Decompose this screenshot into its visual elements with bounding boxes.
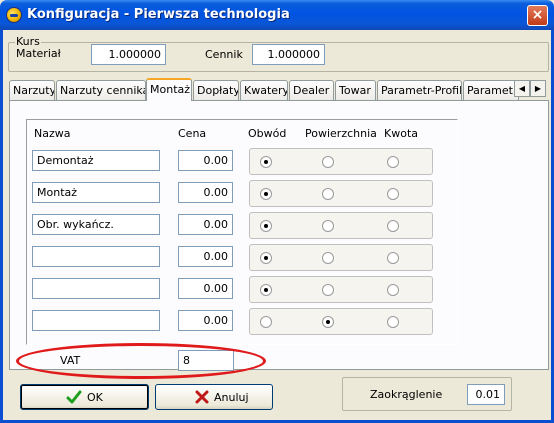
title-bar[interactable]: Konfiguracja - Pierwsza technologia × bbox=[0, 0, 554, 30]
checkmark-icon bbox=[66, 390, 82, 404]
row-6-nazwa-input[interactable] bbox=[32, 310, 160, 331]
tab-scroll-left-icon[interactable]: ◀ bbox=[514, 80, 530, 97]
row-6-calc-type bbox=[249, 308, 433, 335]
cennik-rate-input[interactable]: 1.000000 bbox=[252, 44, 325, 65]
row-6-cena-input[interactable]: 0.00 bbox=[178, 310, 233, 331]
row-5-calc-type bbox=[249, 276, 433, 303]
row-1-radio-kwota[interactable] bbox=[387, 156, 399, 168]
tab-montaz[interactable]: Montaż bbox=[146, 78, 192, 101]
row-2-radio-kwota[interactable] bbox=[387, 188, 399, 200]
row-3-nazwa-input[interactable]: Obr. wykańcz. bbox=[32, 214, 160, 235]
ok-label: OK bbox=[87, 391, 103, 404]
row-1-nazwa-input[interactable]: Demontaż bbox=[32, 150, 160, 171]
tab-strip: Narzuty Narzuty cennika Montaż Dopłaty K… bbox=[9, 78, 549, 101]
window-title: Konfiguracja - Pierwsza technologia bbox=[27, 7, 290, 22]
header-nazwa: Nazwa bbox=[34, 127, 71, 140]
row-4-calc-type bbox=[249, 244, 433, 271]
row-1-radio-powierzchnia[interactable] bbox=[322, 156, 334, 168]
row-5-radio-powierzchnia[interactable] bbox=[322, 284, 334, 296]
tab-parametr-profile[interactable]: Parametr-Profile bbox=[377, 80, 462, 100]
row-2-radio-powierzchnia[interactable] bbox=[322, 188, 334, 200]
row-4-radio-kwota[interactable] bbox=[387, 252, 399, 264]
row-4-radio-obwod[interactable] bbox=[260, 252, 272, 264]
header-kwota: Kwota bbox=[384, 127, 418, 140]
row-5-cena-input[interactable]: 0.00 bbox=[178, 278, 233, 299]
tab-dealer[interactable]: Dealer bbox=[289, 80, 334, 100]
app-icon[interactable] bbox=[6, 7, 22, 23]
tab-parametr-l[interactable]: Parametr-L bbox=[463, 80, 519, 100]
row-1-calc-type bbox=[249, 148, 433, 175]
row-6-radio-obwod[interactable] bbox=[260, 316, 272, 328]
material-label: Materiał bbox=[16, 47, 61, 60]
header-powierzchnia: Powierzchnia bbox=[305, 127, 377, 140]
row-2-nazwa-input[interactable]: Montaż bbox=[32, 182, 160, 203]
row-3-cena-input[interactable]: 0.00 bbox=[178, 214, 233, 235]
cross-icon bbox=[195, 390, 209, 404]
row-5-radio-obwod[interactable] bbox=[260, 284, 272, 296]
tab-narzuty-cennika[interactable]: Narzuty cennika bbox=[56, 80, 146, 100]
row-6-radio-powierzchnia[interactable] bbox=[322, 316, 334, 328]
zaokraglenie-label: Zaokrąglenie bbox=[370, 388, 443, 401]
row-6-radio-kwota[interactable] bbox=[387, 316, 399, 328]
row-4-cena-input[interactable]: 0.00 bbox=[178, 246, 233, 267]
material-rate-input[interactable]: 1.000000 bbox=[91, 44, 166, 65]
tab-scroll-right-icon[interactable]: ▶ bbox=[530, 80, 546, 97]
row-3-radio-obwod[interactable] bbox=[260, 220, 272, 232]
row-2-cena-input[interactable]: 0.00 bbox=[178, 182, 233, 203]
row-1-radio-obwod[interactable] bbox=[260, 156, 272, 168]
cennik-label: Cennik bbox=[205, 48, 243, 61]
ok-button[interactable]: OK bbox=[20, 384, 149, 410]
tab-scroll: ◀ ▶ bbox=[514, 80, 546, 97]
row-3-radio-powierzchnia[interactable] bbox=[322, 220, 334, 232]
row-1-cena-input[interactable]: 0.00 bbox=[178, 150, 233, 171]
row-3-radio-kwota[interactable] bbox=[387, 220, 399, 232]
row-5-radio-kwota[interactable] bbox=[387, 284, 399, 296]
window-frame-left bbox=[0, 30, 3, 423]
row-4-radio-powierzchnia[interactable] bbox=[322, 252, 334, 264]
row-5-nazwa-input[interactable] bbox=[32, 278, 160, 299]
tab-doplaty[interactable]: Dopłaty bbox=[193, 80, 239, 100]
tab-narzuty[interactable]: Narzuty bbox=[9, 80, 55, 100]
tab-kwatery[interactable]: Kwatery bbox=[240, 80, 288, 100]
zaokraglenie-input[interactable]: 0.01 bbox=[467, 384, 505, 405]
row-2-radio-obwod[interactable] bbox=[260, 188, 272, 200]
vat-highlight-annotation bbox=[16, 343, 266, 379]
header-cena: Cena bbox=[178, 127, 207, 140]
row-2-calc-type bbox=[249, 180, 433, 207]
row-3-calc-type bbox=[249, 212, 433, 239]
cancel-button[interactable]: Anuluj bbox=[155, 384, 273, 410]
row-4-nazwa-input[interactable] bbox=[32, 246, 160, 267]
cancel-label: Anuluj bbox=[214, 391, 249, 404]
header-obwod: Obwód bbox=[248, 127, 287, 140]
tab-towar[interactable]: Towar bbox=[335, 80, 376, 100]
close-button[interactable]: × bbox=[527, 5, 548, 26]
